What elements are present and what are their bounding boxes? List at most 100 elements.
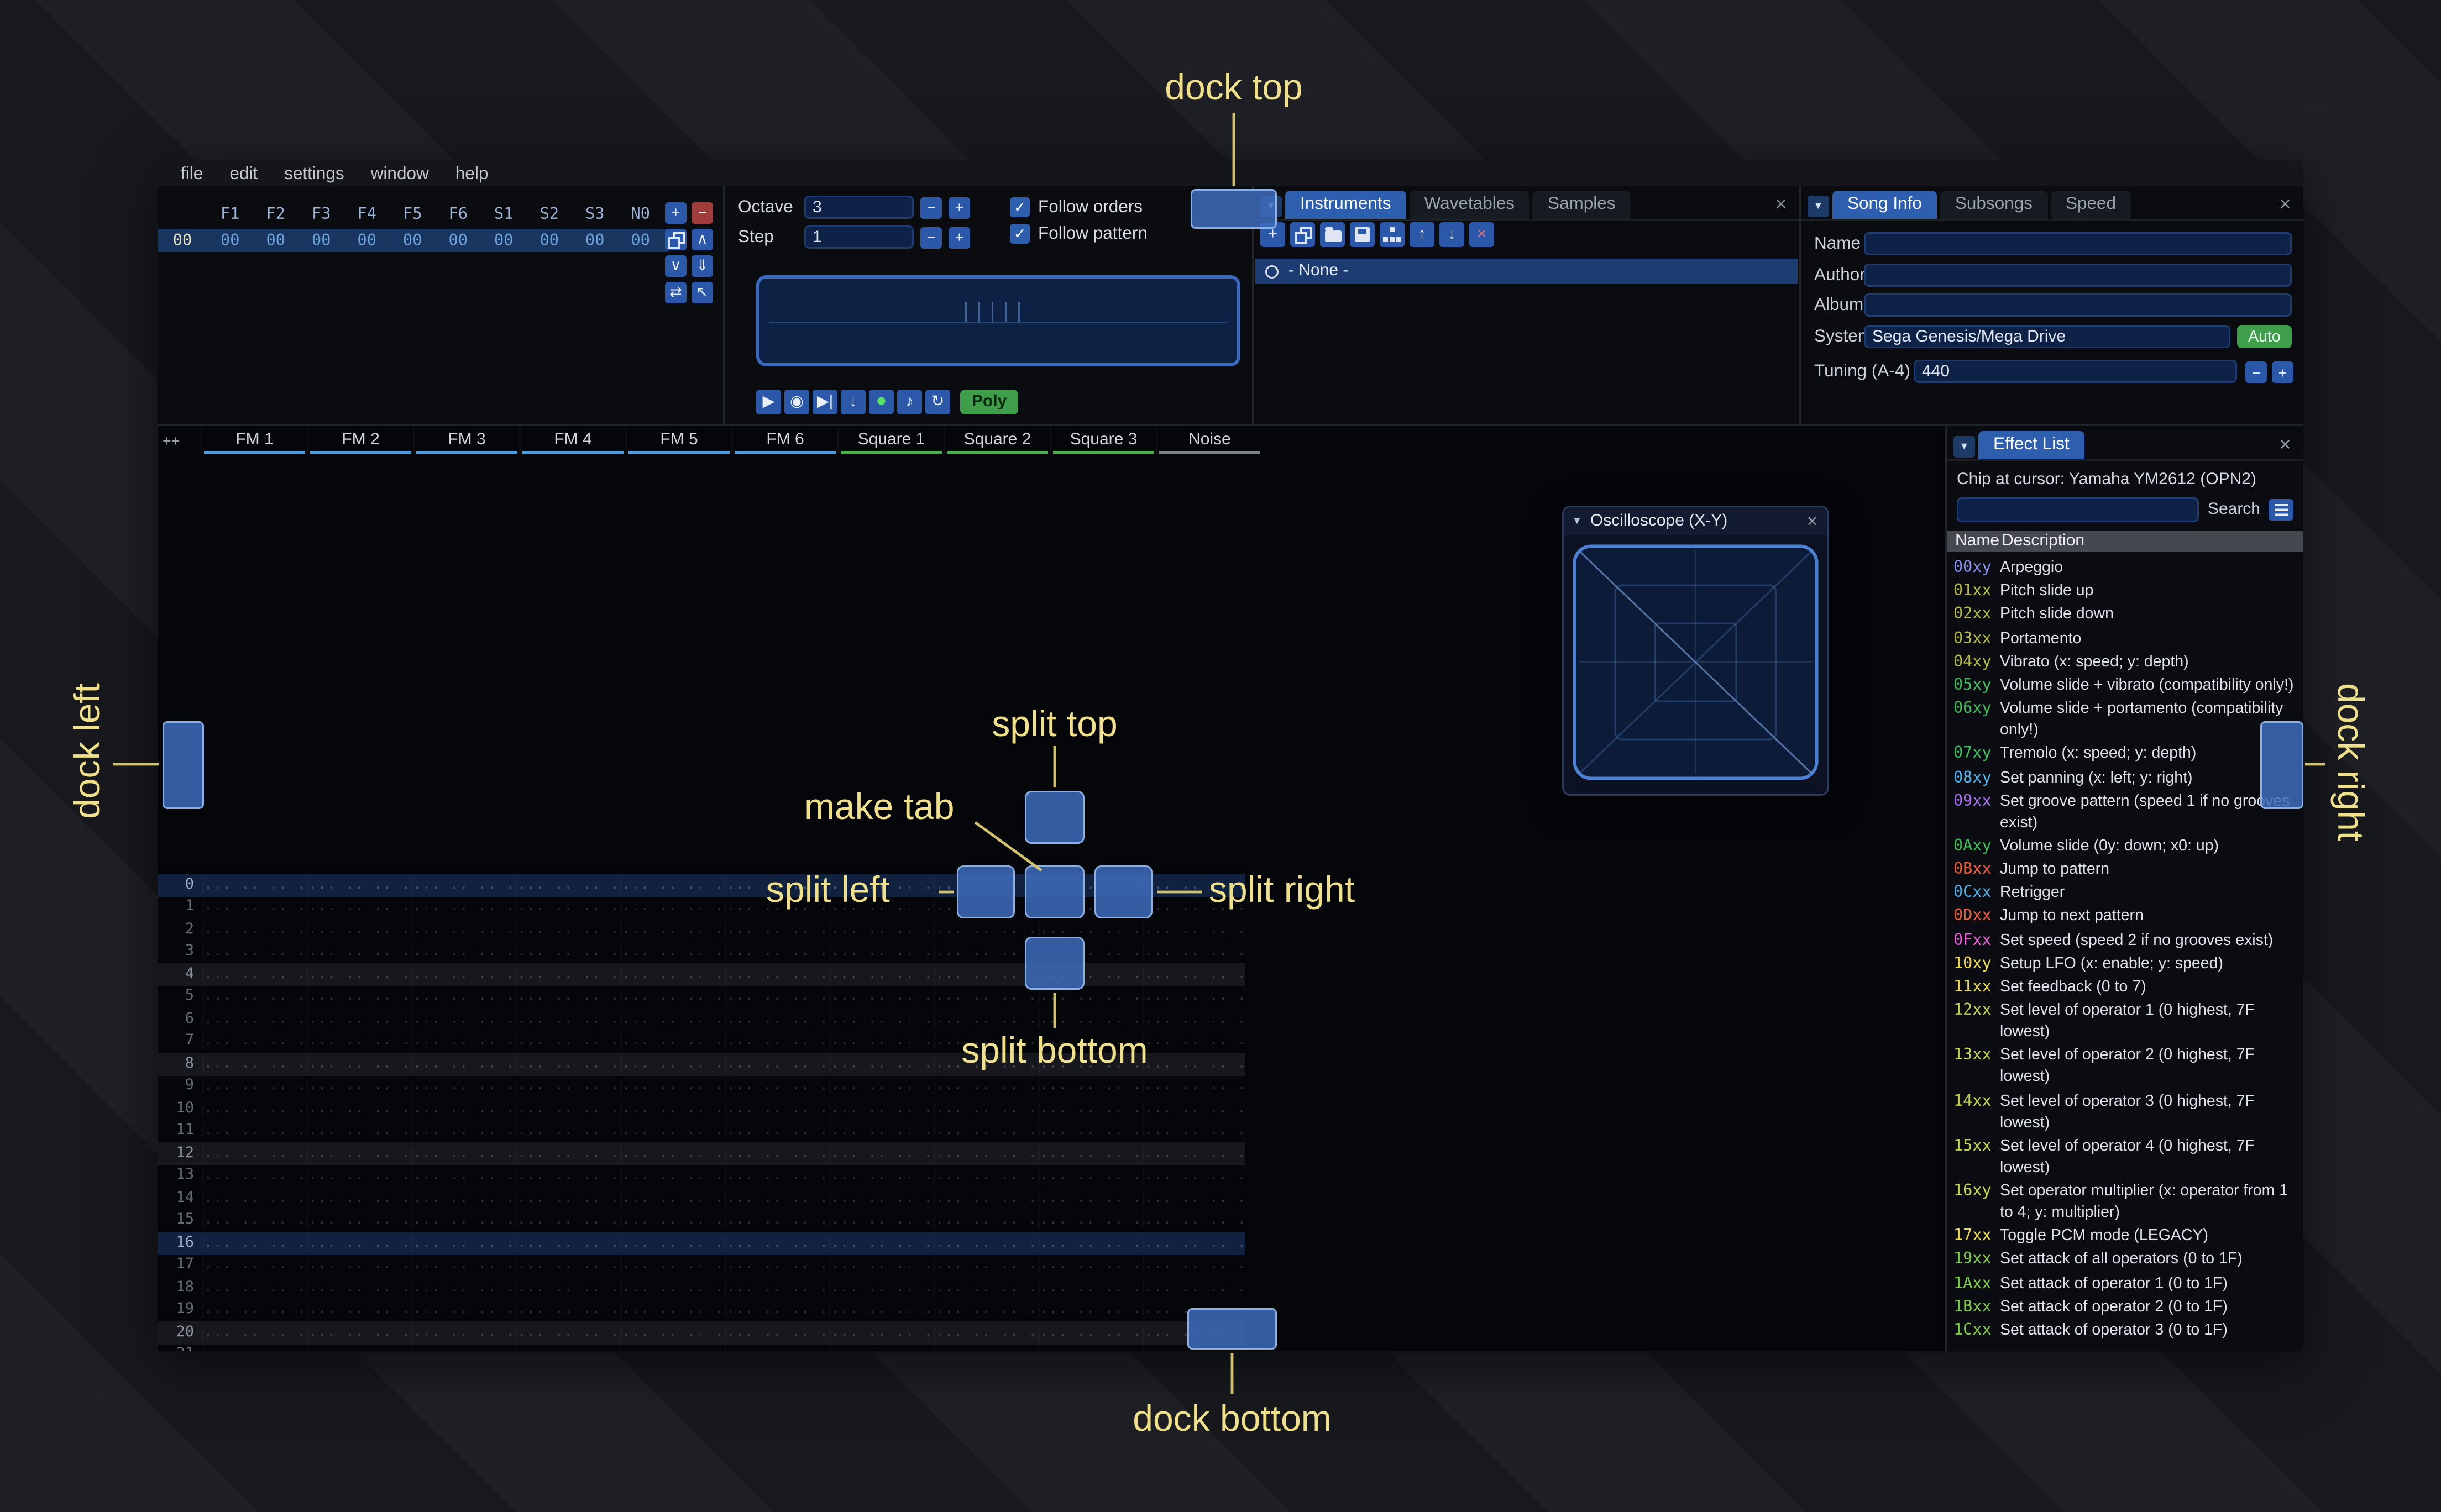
channel-header-fm-5[interactable]: FM 5 — [625, 426, 731, 454]
pattern-cell[interactable]: ... .. .. .. — [516, 1257, 620, 1274]
pattern-cell[interactable]: ... .. .. .. — [307, 1235, 411, 1251]
pattern-cell[interactable]: ... .. .. .. — [934, 1123, 1038, 1140]
tab-effect-list[interactable]: Effect List — [1978, 431, 2084, 459]
pattern-cell[interactable]: ... .. .. .. — [411, 1033, 516, 1050]
pattern-cell[interactable]: ... .. .. .. — [202, 876, 307, 893]
author-field[interactable] — [1864, 264, 2292, 287]
pattern-cell[interactable]: ... .. .. .. — [307, 1347, 411, 1351]
pattern-cell[interactable]: ... .. .. .. — [411, 1078, 516, 1095]
pattern-cell[interactable]: ... .. .. .. — [1143, 1190, 1247, 1206]
channel-header-fm-1[interactable]: FM 1 — [201, 426, 307, 454]
pattern-cell[interactable]: ... .. .. .. — [934, 989, 1038, 1005]
pattern-cell[interactable]: ... .. .. .. — [307, 989, 411, 1005]
pattern-row[interactable]: 6... .. .. ..... .. .. ..... .. .. .....… — [158, 1008, 1247, 1031]
pattern-cell[interactable]: ... .. .. .. — [829, 921, 934, 938]
pattern-cell[interactable]: ... .. .. .. — [516, 1235, 620, 1251]
pattern-cell[interactable]: ... .. .. .. — [307, 1100, 411, 1117]
pattern-cell[interactable]: ... .. .. .. — [516, 1347, 620, 1351]
pattern-cell[interactable]: ... .. .. .. — [411, 1145, 516, 1162]
pattern-row[interactable]: 12... .. .. ..... .. .. ..... .. .. ....… — [158, 1142, 1247, 1165]
pattern-cell[interactable]: ... .. .. .. — [202, 989, 307, 1005]
poly-toggle[interactable]: Poly — [960, 390, 1019, 414]
effect-row[interactable]: 0Cxx Retrigger — [1947, 883, 2303, 906]
effect-row[interactable]: 19xx Set attack of all operators (0 to 1F… — [1947, 1249, 2303, 1273]
order-cell[interactable]: 00 — [436, 232, 481, 250]
pattern-cell[interactable]: ... .. .. .. — [1143, 1257, 1247, 1274]
pattern-cell[interactable]: ... .. .. .. — [829, 1011, 934, 1027]
pattern-cell[interactable]: ... .. .. .. — [411, 899, 516, 916]
pattern-cell[interactable]: ... .. .. .. — [307, 1056, 411, 1072]
effect-row[interactable]: 17xx Toggle PCM mode (LEGACY) — [1947, 1225, 2303, 1249]
order-cell[interactable]: 00 — [572, 232, 618, 250]
pattern-cell[interactable]: ... .. .. .. — [725, 1302, 829, 1319]
order-cell[interactable]: 00 — [481, 232, 527, 250]
pattern-cell[interactable]: ... .. .. .. — [307, 1324, 411, 1341]
pattern-cell[interactable]: ... .. .. .. — [725, 944, 829, 960]
pattern-cell[interactable]: ... .. .. .. — [411, 1324, 516, 1341]
pattern-cell[interactable]: ... .. .. .. — [307, 876, 411, 893]
pattern-cell[interactable]: ... .. .. .. — [516, 966, 620, 983]
pattern-cell[interactable]: ... .. .. .. — [202, 1347, 307, 1351]
pattern-cell[interactable]: ... .. .. .. — [202, 1033, 307, 1050]
split-target-bottom[interactable] — [1025, 937, 1085, 990]
dock-target-left[interactable] — [163, 721, 204, 809]
pattern-cell[interactable]: ... .. .. .. — [202, 1123, 307, 1140]
pattern-cell[interactable]: ... .. .. .. — [202, 1235, 307, 1251]
pattern-cell[interactable]: ... .. .. .. — [620, 1100, 725, 1117]
pattern-cell[interactable]: ... .. .. .. — [411, 944, 516, 960]
pattern-cell[interactable]: ... .. .. .. — [516, 1302, 620, 1319]
pattern-cell[interactable]: ... .. .. .. — [411, 1190, 516, 1206]
pattern-cell[interactable]: ... .. .. .. — [620, 1279, 725, 1296]
pattern-cell[interactable]: ... .. .. .. — [516, 1078, 620, 1095]
pattern-row[interactable]: 21... .. .. ..... .. .. ..... .. .. ....… — [158, 1344, 1247, 1351]
pattern-cell[interactable]: ... .. .. .. — [307, 1033, 411, 1050]
open-instrument-button[interactable] — [1320, 222, 1345, 247]
order-index[interactable]: 00 — [158, 232, 207, 250]
pattern-cell[interactable]: ... .. .. .. — [1143, 989, 1247, 1005]
pattern-cell[interactable]: ... .. .. .. — [1038, 1145, 1143, 1162]
pattern-cell[interactable]: ... .. .. .. — [829, 1347, 934, 1351]
pattern-cell[interactable]: ... .. .. .. — [1038, 989, 1143, 1005]
pattern-cell[interactable]: ... .. .. .. — [411, 1257, 516, 1274]
pattern-cell[interactable]: ... .. .. .. — [934, 1279, 1038, 1296]
pattern-cell[interactable]: ... .. .. .. — [307, 1168, 411, 1184]
pattern-cell[interactable]: ... .. .. .. — [620, 1011, 725, 1027]
step-input[interactable]: 1 — [804, 225, 914, 249]
pattern-cell[interactable]: ... .. .. .. — [934, 966, 1038, 983]
step-increase-button[interactable]: + — [949, 226, 970, 248]
order-edit-mode-button[interactable]: ↖ — [692, 282, 713, 303]
pattern-cell[interactable]: ... .. .. .. — [620, 944, 725, 960]
pattern-cell[interactable]: ... .. .. .. — [620, 1257, 725, 1274]
pattern-cell[interactable]: ... .. .. .. — [725, 1033, 829, 1050]
pattern-cell[interactable]: ... .. .. .. — [829, 1168, 934, 1184]
order-cell[interactable]: 00 — [527, 232, 573, 250]
pattern-cell[interactable]: ... .. .. .. — [202, 921, 307, 938]
pattern-cell[interactable]: ... .. .. .. — [516, 899, 620, 916]
pattern-cell[interactable]: ... .. .. .. — [725, 1212, 829, 1229]
close-icon[interactable]: × — [2274, 433, 2297, 456]
pattern-cell[interactable]: ... .. .. .. — [620, 1056, 725, 1072]
pattern-cell[interactable]: ... .. .. .. — [516, 1279, 620, 1296]
pattern-cell[interactable]: ... .. .. .. — [829, 1212, 934, 1229]
pattern-cell[interactable]: ... .. .. .. — [934, 1145, 1038, 1162]
channel-header-square-1[interactable]: Square 1 — [837, 426, 944, 454]
tab-samples[interactable]: Samples — [1532, 191, 1631, 219]
effect-row[interactable]: 09xx Set groove pattern (speed 1 if no gr… — [1947, 790, 2303, 836]
pattern-cell[interactable]: ... .. .. .. — [307, 1145, 411, 1162]
effect-row[interactable]: 04xy Vibrato (x: speed; y: depth) — [1947, 651, 2303, 675]
pattern-cell[interactable]: ... .. .. .. — [1038, 1168, 1143, 1184]
channel-header-square-2[interactable]: Square 2 — [944, 426, 1050, 454]
pattern-cell[interactable]: ... .. .. .. — [202, 1078, 307, 1095]
pattern-row[interactable]: 19... .. .. ..... .. .. ..... .. .. ....… — [158, 1299, 1247, 1322]
pattern-cell[interactable]: ... .. .. .. — [934, 1347, 1038, 1351]
pattern-cell[interactable]: ... .. .. .. — [1038, 1100, 1143, 1117]
pattern-cell[interactable]: ... .. .. .. — [1038, 1279, 1143, 1296]
order-cell[interactable]: 00 — [207, 232, 253, 250]
menu-item-settings[interactable]: settings — [271, 164, 358, 183]
pattern-cell[interactable]: ... .. .. .. — [829, 1324, 934, 1341]
dock-target-bottom[interactable] — [1187, 1308, 1277, 1350]
make-tab-target[interactable] — [1025, 865, 1085, 918]
pattern-cell[interactable]: ... .. .. .. — [620, 1078, 725, 1095]
pattern-cell[interactable]: ... .. .. .. — [829, 1257, 934, 1274]
duplicate-order-button[interactable] — [665, 229, 687, 250]
